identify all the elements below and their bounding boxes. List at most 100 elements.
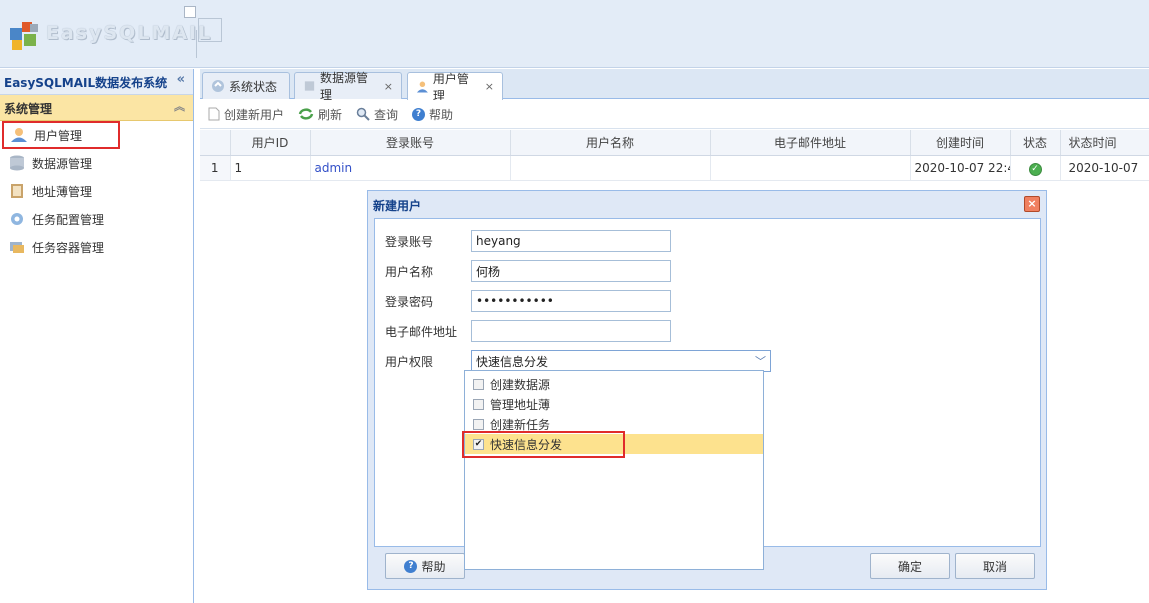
- highlight-annotation: [462, 431, 625, 458]
- column-header-account[interactable]: 登录账号: [310, 130, 511, 156]
- logo-text: EasySQLMAIL: [46, 22, 213, 44]
- table-row[interactable]: 1 1 admin 2020-10-07 22:45 ✓ 2020-10-07: [200, 155, 1149, 181]
- tab-system-status[interactable]: 系统状态: [202, 72, 290, 99]
- email-label: 电子邮件地址: [385, 324, 458, 339]
- app-header: EasySQLMAIL: [0, 0, 1149, 68]
- account-input[interactable]: heyang: [471, 230, 671, 252]
- toolbar: 创建新用户 刷新 查询 ? 帮助: [200, 100, 1149, 129]
- checkbox[interactable]: [473, 418, 484, 430]
- database-icon: [304, 81, 315, 91]
- sidebar-item-task-container[interactable]: 任务容器管理: [0, 233, 193, 261]
- account-row: 登录账号 heyang: [385, 230, 671, 252]
- help-label: 帮助: [429, 107, 454, 122]
- sidebar-item-label: 数据源管理: [32, 156, 93, 171]
- refresh-label: 刷新: [318, 107, 343, 122]
- cell-user-id: 1: [230, 155, 311, 181]
- column-header-name[interactable]: 用户名称: [510, 130, 711, 156]
- sidebar-item-label: 任务配置管理: [32, 212, 105, 227]
- tab-label: 用户管理: [432, 71, 469, 103]
- close-icon[interactable]: ×: [1024, 196, 1040, 212]
- account-label: 登录账号: [385, 234, 434, 249]
- query-button[interactable]: 查询: [356, 106, 398, 123]
- column-header-status-time[interactable]: 状态时间: [1060, 130, 1149, 156]
- user-table: 用户ID 登录账号 用户名称 电子邮件地址 创建时间 状态 状态时间 1 1 a…: [200, 130, 1149, 181]
- option-label: 创建数据源: [490, 377, 551, 392]
- checkbox[interactable]: [473, 398, 484, 410]
- close-icon[interactable]: ×: [485, 80, 494, 93]
- name-input[interactable]: 何杨: [471, 260, 671, 282]
- column-header-status[interactable]: 状态: [1010, 130, 1061, 156]
- cell-email: [710, 155, 911, 181]
- permission-combo[interactable]: 快速信息分发 ﹀: [471, 350, 771, 372]
- sidebar-item-label: 用户管理: [34, 128, 83, 143]
- dialog-title-text: 新建用户: [373, 199, 422, 213]
- sidebar-item-datasource[interactable]: 数据源管理: [0, 149, 193, 177]
- ok-label: 确定: [897, 559, 922, 574]
- table-header-row: 用户ID 登录账号 用户名称 电子邮件地址 创建时间 状态 状态时间: [200, 130, 1149, 156]
- help-icon: ?: [412, 107, 426, 121]
- sidebar-item-label: 任务容器管理: [32, 240, 105, 255]
- new-document-icon: [208, 107, 220, 121]
- collapse-icon[interactable]: «: [177, 72, 185, 87]
- option-manage-address-book[interactable]: 管理地址薄: [465, 394, 763, 414]
- refresh-icon: [298, 108, 314, 120]
- tab-datasource[interactable]: 数据源管理 ×: [294, 71, 402, 102]
- sidebar-item-user-management[interactable]: 用户管理: [2, 121, 120, 149]
- database-icon: [10, 155, 24, 171]
- tab-strip: 系统状态 数据源管理 × 用户管理 ×: [200, 69, 1149, 103]
- cell-account[interactable]: admin: [310, 155, 511, 181]
- refresh-button[interactable]: 刷新: [298, 106, 342, 123]
- create-user-label: 创建新用户: [224, 107, 285, 122]
- cell-created: 2020-10-07 22:45: [910, 155, 1011, 181]
- group-title-text: 系统管理: [4, 102, 53, 116]
- permission-label: 用户权限: [385, 354, 434, 369]
- gear-icon: [11, 213, 23, 225]
- chevron-up-icon[interactable]: ︽: [174, 98, 185, 114]
- logo: EasySQLMAIL: [8, 6, 228, 62]
- sidebar-item-address-book[interactable]: 地址薄管理: [0, 177, 193, 205]
- column-header-created[interactable]: 创建时间: [910, 130, 1011, 156]
- cell-status: ✓: [1010, 155, 1061, 181]
- logo-deco: [198, 18, 222, 42]
- column-header-rownum: [200, 130, 231, 156]
- name-label: 用户名称: [385, 264, 434, 279]
- option-label: 管理地址薄: [490, 397, 551, 412]
- cell-name: [510, 155, 711, 181]
- email-input[interactable]: [471, 320, 671, 342]
- sidebar: EasySQLMAIL数据发布系统 « 系统管理 ︽ 用户管理 数据源管理 地址…: [0, 69, 194, 603]
- tab-label: 系统状态: [229, 79, 278, 94]
- help-icon: ?: [404, 559, 418, 573]
- permission-row: 用户权限 快速信息分发 ﹀: [385, 350, 771, 372]
- help-button[interactable]: ? 帮助: [412, 106, 453, 123]
- sidebar-item-label: 地址薄管理: [32, 184, 93, 199]
- option-label: 创建新任务: [490, 417, 551, 432]
- checkbox[interactable]: [473, 378, 484, 390]
- status-icon: [212, 80, 224, 92]
- cell-status-time: 2020-10-07: [1060, 155, 1149, 181]
- dialog-help-button[interactable]: ? 帮助: [385, 553, 465, 579]
- column-header-user-id[interactable]: 用户ID: [230, 130, 311, 156]
- cancel-button[interactable]: 取消: [955, 553, 1035, 579]
- logo-deco: [184, 6, 196, 18]
- name-row: 用户名称 何杨: [385, 260, 671, 282]
- permission-value: 快速信息分发: [476, 354, 549, 369]
- ok-button[interactable]: 确定: [870, 553, 950, 579]
- create-user-button[interactable]: 创建新用户: [208, 106, 284, 123]
- column-header-email[interactable]: 电子邮件地址: [710, 130, 911, 156]
- check-icon: ✓: [1028, 162, 1042, 176]
- sidebar-title: EasySQLMAIL数据发布系统 «: [0, 69, 193, 95]
- address-book-icon: [11, 184, 23, 198]
- password-input[interactable]: •••••••••••: [471, 290, 671, 312]
- password-row: 登录密码 •••••••••••: [385, 290, 671, 312]
- sidebar-item-task-config[interactable]: 任务配置管理: [0, 205, 193, 233]
- cancel-label: 取消: [982, 559, 1007, 574]
- container-icon: [10, 242, 24, 253]
- close-icon[interactable]: ×: [384, 80, 393, 93]
- option-create-datasource[interactable]: 创建数据源: [465, 374, 763, 394]
- logo-deco: [196, 30, 197, 58]
- sidebar-title-text: EasySQLMAIL数据发布系统: [4, 76, 168, 90]
- chevron-down-icon[interactable]: ﹀: [755, 353, 766, 369]
- tab-user-management[interactable]: 用户管理 ×: [407, 72, 503, 103]
- group-system-management[interactable]: 系统管理 ︽: [0, 95, 193, 121]
- user-icon: [11, 128, 27, 142]
